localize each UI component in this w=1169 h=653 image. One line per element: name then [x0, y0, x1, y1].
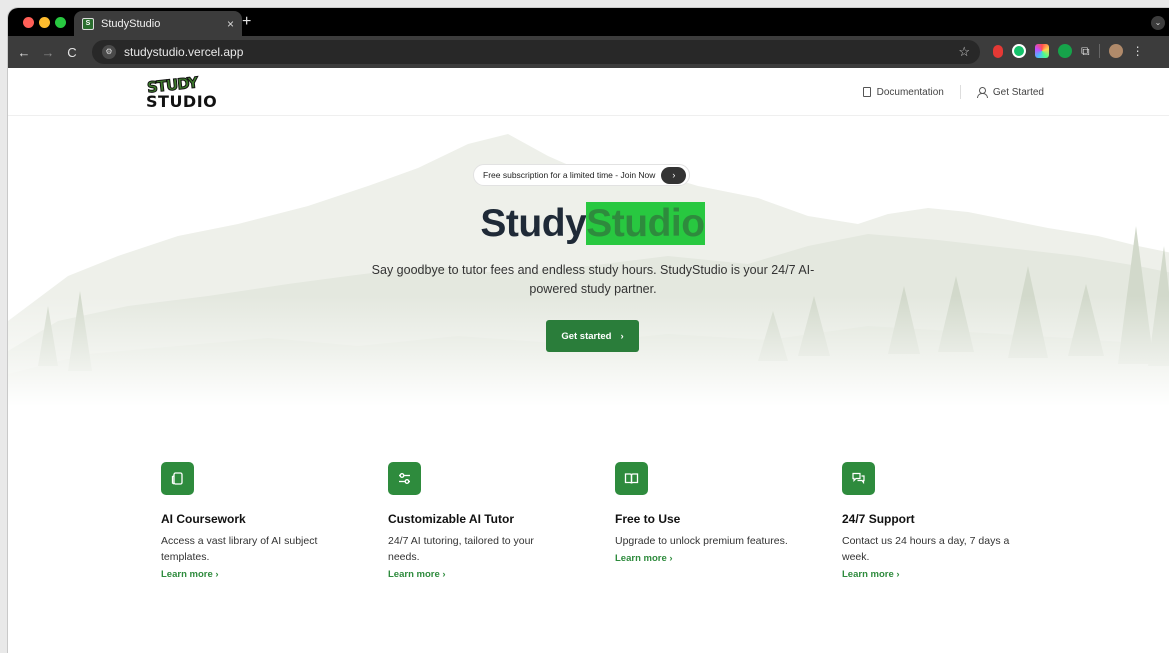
- feature-description: Contact us 24 hours a day, 7 days a week…: [842, 535, 1010, 563]
- announcement-banner[interactable]: Free subscription for a limited time - J…: [473, 164, 691, 186]
- announcement-text: Free subscription for a limited time - J…: [483, 170, 656, 180]
- browser-tab[interactable]: S StudyStudio ×: [74, 11, 242, 36]
- grammarly-extension-icon[interactable]: [1012, 44, 1026, 58]
- chat-bubbles-icon: [842, 462, 875, 495]
- web-page: STUDY STUDIO Documentation Get Started F…: [8, 68, 1169, 653]
- hero-section: Free subscription for a limited time - J…: [8, 116, 1169, 406]
- user-icon: [976, 87, 988, 98]
- hero-subtitle: Say goodbye to tutor fees and endless st…: [371, 263, 815, 296]
- forward-button[interactable]: →: [36, 45, 60, 60]
- feature-description: 24/7 AI tutoring, tailored to your needs…: [388, 535, 534, 563]
- extensions-bar: ⧉ ⋮: [993, 44, 1144, 58]
- feature-customizable-ai-tutor: Customizable AI Tutor 24/7 AI tutoring, …: [388, 462, 615, 580]
- feature-title: AI Coursework: [161, 512, 246, 526]
- site-info-icon[interactable]: ⚙: [102, 45, 116, 59]
- address-bar[interactable]: ⚙ studystudio.vercel.app ☆: [92, 40, 980, 64]
- nav-documentation-label: Documentation: [876, 86, 944, 98]
- maximize-window-button[interactable]: [55, 17, 66, 28]
- announcement-arrow-button[interactable]: ›: [661, 166, 687, 184]
- feature-description: Access a vast library of AI subject temp…: [161, 535, 318, 563]
- favicon-icon: S: [82, 17, 94, 30]
- feature-title: 24/7 Support: [842, 512, 915, 526]
- extensions-puzzle-icon[interactable]: ⧉: [1081, 44, 1090, 58]
- feature-description: Upgrade to unlock premium features.: [615, 535, 788, 547]
- learn-more-link[interactable]: Learn more ›: [161, 569, 388, 580]
- browser-window: S StudyStudio × + ⌄ ← → C ⚙ studystudio.…: [8, 8, 1169, 653]
- learn-more-link[interactable]: Learn more ›: [615, 553, 842, 564]
- learn-more-link[interactable]: Learn more ›: [388, 569, 615, 580]
- sliders-icon: [388, 462, 421, 495]
- tab-search-chevron-icon[interactable]: ⌄: [1151, 16, 1165, 30]
- feature-24-7-support: 24/7 Support Contact us 24 hours a day, …: [842, 462, 1069, 580]
- nav-get-started[interactable]: Get Started: [976, 86, 1044, 98]
- studystudio-logo[interactable]: STUDY STUDIO: [143, 73, 217, 112]
- profile-avatar[interactable]: [1108, 44, 1123, 58]
- tab-close-icon[interactable]: ×: [227, 17, 234, 31]
- document-icon: [862, 87, 871, 97]
- hero-title-part1: Study: [480, 202, 587, 245]
- minimize-window-button[interactable]: [39, 17, 50, 28]
- url-text[interactable]: studystudio.vercel.app: [124, 45, 243, 59]
- extension-red-icon[interactable]: [993, 44, 1003, 58]
- nav-divider: [959, 85, 961, 99]
- get-started-button[interactable]: Get started ›: [546, 320, 639, 352]
- browser-menu-icon[interactable]: ⋮: [1132, 44, 1144, 58]
- back-button[interactable]: ←: [12, 45, 36, 60]
- get-started-label: Get started: [561, 330, 612, 342]
- extension-green-icon[interactable]: [1058, 44, 1072, 58]
- feature-ai-coursework: AI Coursework Access a vast library of A…: [161, 462, 388, 580]
- hero-title-part2: Studio: [586, 202, 705, 245]
- bookmark-star-icon[interactable]: ☆: [958, 44, 970, 60]
- feature-free-to-use: Free to Use Upgrade to unlock premium fe…: [615, 462, 842, 580]
- logo-text-bottom: STUDIO: [146, 92, 218, 111]
- tab-strip: S StudyStudio × + ⌄: [8, 8, 1169, 36]
- chevron-right-icon: ›: [620, 330, 624, 342]
- close-window-button[interactable]: [23, 17, 34, 28]
- reload-button[interactable]: C: [60, 45, 84, 60]
- nav-get-started-label: Get Started: [992, 86, 1044, 98]
- book-open-icon: [615, 462, 648, 495]
- tab-title: StudyStudio: [101, 17, 161, 30]
- browser-toolbar: ← → C ⚙ studystudio.vercel.app ☆ ⧉ ⋮: [8, 36, 1169, 68]
- feature-title: Customizable AI Tutor: [388, 512, 514, 526]
- hero-title: StudyStudio: [8, 202, 1169, 246]
- folder-copy-icon: [161, 462, 194, 495]
- color-extension-icon[interactable]: [1035, 44, 1049, 58]
- learn-more-link[interactable]: Learn more ›: [842, 569, 1069, 580]
- feature-title: Free to Use: [615, 512, 681, 526]
- header-nav: Documentation Get Started: [862, 85, 1044, 99]
- features-section: AI Coursework Access a vast library of A…: [161, 462, 1069, 580]
- nav-documentation[interactable]: Documentation: [862, 86, 944, 98]
- site-header: STUDY STUDIO Documentation Get Started: [8, 68, 1169, 116]
- toolbar-divider: [1098, 44, 1100, 58]
- new-tab-button[interactable]: +: [242, 13, 251, 31]
